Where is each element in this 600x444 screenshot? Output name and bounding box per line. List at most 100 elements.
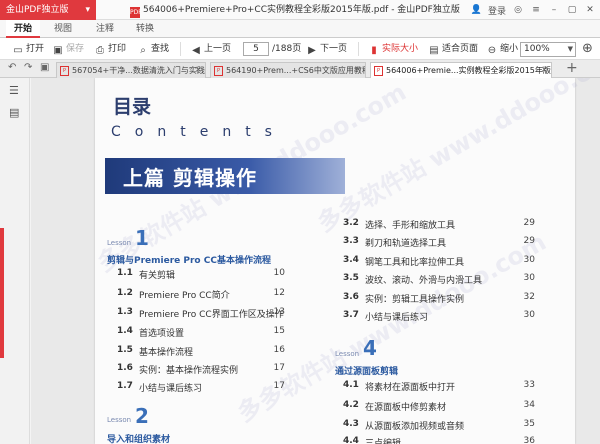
zoom-out-icon: ⊖ (487, 45, 497, 56)
toc-row[interactable]: 4.4 三点编辑 36 (343, 436, 535, 444)
new-tab-button[interactable]: + (566, 60, 578, 76)
toc-num: 3.6 (343, 292, 359, 302)
toc-text: 从源面板添加视频或音频 (365, 422, 465, 432)
redo-icon[interactable]: ↷ (24, 62, 32, 73)
lesson-number: 2 (135, 404, 149, 428)
part-title: 上篇 剪辑操作 (123, 166, 257, 190)
left-sidebar: ☰ ▤ (0, 78, 30, 444)
app-menu-button[interactable]: 金山PDF独立版 ▾ (0, 0, 96, 20)
menu-icon[interactable]: ≡ (530, 5, 542, 15)
toc-row[interactable]: 1.6 实例：基本操作流程实例 17 (117, 363, 285, 377)
toc-page: 15 (273, 326, 285, 336)
tab-convert[interactable]: 转换 (136, 20, 154, 38)
toc-row[interactable]: 3.2 选择、手形和缩放工具 29 (343, 218, 535, 232)
toc-num: 3.2 (343, 218, 359, 228)
toc-text: 钢笔工具和比率拉伸工具 (365, 258, 465, 268)
maximize-button[interactable]: ▢ (566, 5, 578, 15)
zoom-in-icon[interactable]: ⊕ (582, 41, 593, 56)
zoom-select[interactable]: 100% ▼ (520, 42, 576, 57)
save-small-icon[interactable]: ▣ (40, 62, 49, 73)
page-number-input[interactable]: 5 (243, 42, 269, 56)
doc-tab[interactable]: P 564190+Prem...+CS6中文版应用教程 × (210, 62, 366, 78)
doc-tab-label: 564006+Premie...实例教程全彩版2015年版 (386, 66, 551, 75)
toc-num: 4.1 (343, 380, 359, 390)
tab-start[interactable]: 开始 (6, 20, 41, 38)
toc-text: 基本操作流程 (139, 348, 194, 358)
toc-num: 3.3 (343, 236, 359, 246)
toc-row[interactable]: 1.2 Premiere Pro CC简介 12 (117, 288, 285, 302)
toc-num: 3.7 (343, 310, 359, 320)
skin-icon[interactable]: ◎ (512, 5, 524, 15)
prev-page-button[interactable]: ◀ 上一页 (190, 41, 231, 57)
toc-page: 13 (273, 307, 285, 317)
toc-page: 30 (523, 273, 535, 283)
close-tab-icon[interactable]: × (540, 63, 548, 78)
toc-page: 17 (273, 381, 285, 391)
tab-annotate[interactable]: 注释 (96, 20, 114, 38)
chevron-down-icon: ▼ (567, 45, 573, 53)
save-icon: ▣ (53, 45, 63, 56)
comments-icon[interactable]: ▤ (9, 106, 19, 119)
toc-page: 12 (273, 288, 285, 298)
next-page-button[interactable]: ▶ 下一页 (306, 41, 347, 57)
close-button[interactable]: ✕ (584, 5, 596, 15)
pdf-file-icon: PDF (130, 7, 142, 18)
toc-row[interactable]: 4.1 将素材在源面板中打开 33 (343, 380, 535, 394)
doc-tab-active[interactable]: P 564006+Premie...实例教程全彩版2015年版 × (370, 62, 552, 79)
zoom-out-button[interactable]: ⊖ 缩小 (486, 41, 518, 57)
toc-row[interactable]: 4.3 从源面板添加视频或音频 35 (343, 419, 535, 433)
toc-row[interactable]: 1.5 基本操作流程 16 (117, 345, 285, 359)
print-label: 打印 (108, 44, 127, 54)
document-viewport[interactable]: 多多软件站 www.ddooo.com 多多软件站 www.ddooo.com … (31, 78, 600, 444)
pdf-file-icon: P (214, 66, 223, 76)
toc-text: 三点编辑 (365, 439, 402, 444)
toc-row[interactable]: 3.3 剃刀和轨道选择工具 29 (343, 236, 535, 250)
tab-view[interactable]: 视图 (54, 20, 72, 38)
undo-icon[interactable]: ↶ (8, 62, 16, 73)
thumbnails-icon[interactable]: ☰ (9, 84, 19, 97)
toc-num: 3.4 (343, 255, 359, 265)
doc-tab[interactable]: P 567054+干净...数据清洗入门与实践 × (56, 62, 206, 78)
pdf-file-icon: P (374, 66, 383, 76)
toc-row[interactable]: 1.4 首选项设置 15 (117, 326, 285, 340)
toc-text: 波纹、滚动、外滑与内滑工具 (365, 276, 483, 286)
toc-row[interactable]: 3.5 波纹、滚动、外滑与内滑工具 30 (343, 273, 535, 287)
doc-tab-label: 567054+干净...数据清洗入门与实践 (72, 66, 205, 75)
lesson-label: Lesson (335, 350, 360, 358)
toc-row[interactable]: 3.7 小结与课后练习 30 (343, 310, 535, 324)
actual-size-button[interactable]: ▮ 实际大小 (368, 41, 418, 57)
lesson-number: 1 (135, 226, 149, 250)
minimize-button[interactable]: – (548, 5, 560, 15)
search-icon: ⌕ (140, 45, 146, 56)
printer-icon: ⎙ (96, 45, 104, 56)
lesson-number: 4 (363, 336, 377, 360)
toc-text: Premiere Pro CC界面工作区及操作 (139, 310, 284, 320)
close-tab-icon[interactable]: × (354, 63, 362, 78)
open-button[interactable]: ▭ 打开 (12, 41, 44, 57)
login-link[interactable]: 登录 (488, 4, 506, 17)
window-title: PDF564006+Premiere+Pro+CC实例教程全彩版2015年版.p… (130, 0, 460, 20)
document-tab-bar: ↶ ↷ ▣ P 567054+干净...数据清洗入门与实践 × P 564190+Pr… (0, 60, 600, 79)
chapter-title: 导入和组织素材 (107, 435, 171, 444)
toc-row[interactable]: 1.7 小结与课后练习 17 (117, 381, 285, 395)
sidebar-collapse-handle[interactable] (0, 228, 4, 358)
fit-page-button[interactable]: ▤ 适合页面 (428, 41, 478, 57)
user-icon[interactable]: 👤 (471, 5, 482, 15)
prev-label: 上一页 (204, 44, 232, 54)
toc-row[interactable]: 1.1 有关剪辑 10 (117, 268, 285, 282)
close-tab-icon[interactable]: × (194, 63, 202, 78)
save-button[interactable]: ▣ 保存 (52, 41, 84, 57)
toc-text: 有关剪辑 (139, 271, 176, 281)
toc-num: 4.3 (343, 419, 359, 429)
toc-text: 在源面板中修剪素材 (365, 403, 447, 413)
toc-text: 首选项设置 (139, 329, 185, 339)
toc-text: 小结与课后练习 (365, 313, 429, 323)
toc-row[interactable]: 3.6 实例：剪辑工具操作实例 32 (343, 292, 535, 306)
toc-row[interactable]: 3.4 钢笔工具和比率拉伸工具 30 (343, 255, 535, 269)
toc-heading: 目录 (113, 96, 152, 118)
find-button[interactable]: ⌕ 查找 (137, 41, 169, 57)
print-button[interactable]: ⎙ 打印 (94, 41, 126, 57)
toc-row[interactable]: 4.2 在源面板中修剪素材 34 (343, 400, 535, 414)
toc-row[interactable]: 1.3 Premiere Pro CC界面工作区及操作 13 (117, 307, 285, 321)
lesson-label: Lesson (107, 239, 132, 247)
